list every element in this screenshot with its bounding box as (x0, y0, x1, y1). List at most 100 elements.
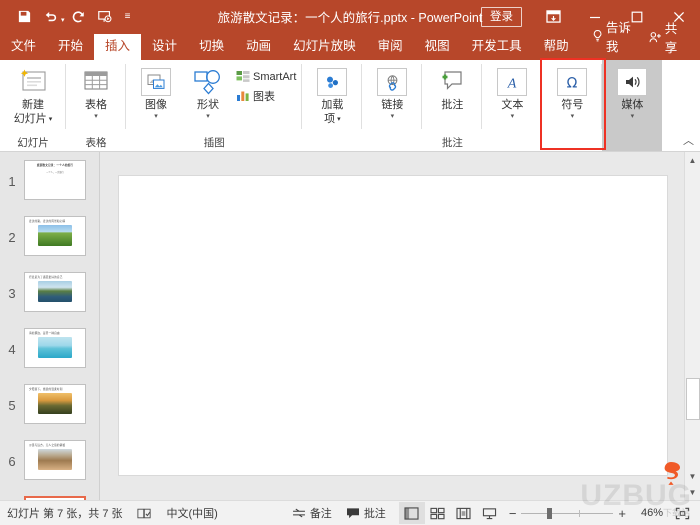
shapes-button[interactable]: 形状 ▾ (182, 63, 234, 121)
zoom-in-button[interactable]: + (618, 506, 626, 521)
text-button[interactable]: A 文本 ▾ (486, 63, 538, 121)
chevron-down-icon[interactable]: ▾ (571, 113, 575, 121)
save-icon[interactable] (12, 5, 36, 29)
zoom-percentage[interactable]: 46% (631, 507, 663, 519)
images-button[interactable]: 图像 ▾ (130, 63, 182, 121)
chart-button[interactable]: 图表 (234, 86, 298, 105)
sign-in-button[interactable]: 登录 (481, 6, 522, 27)
ribbon-group-slides: 新建 幻灯片 ▾ 幻灯片 (0, 60, 66, 151)
fit-to-window-button[interactable] (669, 502, 695, 524)
zoom-out-button[interactable]: − (509, 506, 517, 521)
scrollbar-thumb[interactable] (685, 378, 700, 420)
person-share-icon (649, 31, 661, 42)
slide-thumbnail-6[interactable]: 6 沙漠与远方，无人之境的静谧 (0, 440, 99, 488)
slide-indicator[interactable]: 幻灯片 第 7 张，共 7 张 (0, 501, 130, 525)
ribbon-group-label-comments: 批注 (441, 137, 463, 149)
undo-icon[interactable] (38, 5, 62, 29)
tab-home[interactable]: 开始 (47, 34, 94, 60)
language-indicator[interactable]: 中文(中国) (160, 501, 225, 525)
slide-thumbnail-2[interactable]: 2 走过的路，走过的风景和心情 (0, 216, 99, 264)
tab-design[interactable]: 设计 (141, 34, 188, 60)
slide-editing-area[interactable] (100, 152, 684, 500)
powerpoint-window: ▾ ≡ 旅游散文记录：一个人的旅行.pptx - PowerPoint 登录 文… (0, 0, 700, 525)
customize-qat-icon[interactable]: ≡ (119, 11, 137, 22)
slide-image (38, 448, 72, 470)
link-label: 链接 (381, 99, 404, 111)
new-comment-button[interactable]: 批注 (426, 63, 478, 112)
slide-preview[interactable]: 走过的路，走过的风景和心情 (24, 216, 86, 256)
collapse-ribbon-icon[interactable]: ︿ (683, 132, 694, 148)
slide-subtitle-text: 一个人，一次旅行 (46, 171, 64, 174)
slide-thumbnail-4[interactable]: 4 海的那边，是另一种自由 (0, 328, 99, 376)
slide-thumbnail-panel[interactable]: 1 旅游散文记录：一个人的旅行 一个人，一次旅行 2 走过的路，走过的风景和心情… (0, 152, 100, 500)
ribbon-group-addins: 加载 项 ▾ (302, 60, 363, 151)
share-button[interactable]: 共享 (649, 18, 700, 60)
table-icon (81, 66, 111, 98)
slide-preview[interactable]: 海的那边，是另一种自由 (24, 328, 86, 368)
tab-help[interactable]: 帮助 (533, 34, 580, 60)
tab-file[interactable]: 文件 (0, 34, 47, 60)
symbol-button[interactable]: Ω 符号 ▾ (546, 63, 598, 121)
slide-preview[interactable]: 夕阳落下，旅途的温柔时刻 (24, 384, 86, 424)
ribbon-display-options-icon[interactable] (532, 0, 574, 33)
tab-animations[interactable]: 动画 (235, 34, 282, 60)
view-normal-button[interactable] (398, 502, 425, 524)
main-area: 1 旅游散文记录：一个人的旅行 一个人，一次旅行 2 走过的路，走过的风景和心情… (0, 152, 700, 500)
slide-preview[interactable]: 沙漠与远方，无人之境的静谧 (24, 440, 86, 480)
chevron-down-icon[interactable]: ▾ (511, 113, 515, 121)
tab-slideshow[interactable]: 幻灯片放映 (282, 34, 367, 60)
current-slide-canvas[interactable] (118, 174, 668, 476)
view-slideshow-button[interactable] (477, 502, 503, 524)
chevron-down-icon[interactable]: ▾ (154, 113, 158, 121)
media-speaker-icon (617, 66, 648, 98)
chevron-down-icon[interactable]: ▾ (337, 113, 341, 126)
tab-insert[interactable]: 插入 (94, 34, 142, 60)
ribbon-group-label-addins (302, 135, 362, 151)
scroll-up-arrow-icon[interactable]: ▲ (685, 152, 700, 168)
new-slide-button[interactable]: 新建 幻灯片 ▾ (4, 63, 62, 126)
tab-transitions[interactable]: 切换 (188, 34, 235, 60)
ribbon-group-comments: 批注 批注 (422, 60, 483, 151)
media-button[interactable]: 媒体 ▾ (606, 63, 658, 121)
view-reading-button[interactable] (451, 502, 477, 524)
slide-preview[interactable]: 行走是为了遇见更好的自己 (24, 272, 86, 312)
tab-developer[interactable]: 开发工具 (461, 34, 533, 60)
slide-thumbnail-1[interactable]: 1 旅游散文记录：一个人的旅行 一个人，一次旅行 (0, 160, 99, 208)
share-label: 共享 (664, 22, 678, 55)
scrollbar-track[interactable]: ▼ ▼ (684, 168, 700, 500)
reading-view-icon (456, 507, 471, 519)
slide-thumbnail-5[interactable]: 5 夕阳落下，旅途的温柔时刻 (0, 384, 99, 432)
addins-button[interactable]: 加载 项 ▾ (306, 63, 358, 126)
slide-number: 5 (8, 398, 16, 413)
notes-icon (292, 508, 305, 517)
chevron-down-icon[interactable]: ▾ (206, 113, 210, 121)
undo-dropdown-caret[interactable]: ▾ (61, 16, 65, 24)
zoom-slider-handle[interactable] (547, 507, 553, 519)
text-label: 文本 (501, 99, 524, 111)
slide-thumbnail-3[interactable]: 3 行走是为了遇见更好的自己 (0, 272, 99, 320)
chevron-down-icon[interactable]: ▾ (49, 113, 53, 126)
tab-review[interactable]: 审阅 (367, 34, 414, 60)
slide-preview[interactable]: 旅游散文记录：一个人的旅行 一个人，一次旅行 (24, 160, 86, 200)
start-presentation-icon[interactable] (93, 5, 117, 29)
zoom-control[interactable]: − + 46% (503, 506, 669, 521)
comments-button[interactable]: 批注 (339, 501, 393, 525)
chevron-down-icon[interactable]: ▾ (631, 113, 635, 121)
tell-me-box[interactable]: 告诉我 (584, 13, 649, 60)
view-slide-sorter-button[interactable] (425, 502, 451, 524)
redo-icon[interactable] (67, 5, 91, 29)
next-slide-arrow-icon[interactable]: ▼ (685, 484, 700, 500)
chevron-down-icon[interactable]: ▾ (391, 113, 395, 121)
vertical-scrollbar[interactable]: ▲ ▼ ▼ (684, 152, 700, 500)
zoom-slider[interactable] (521, 507, 614, 519)
table-button[interactable]: 表格 ▾ (70, 63, 122, 121)
tab-view[interactable]: 视图 (414, 34, 461, 60)
link-button[interactable]: 链接 ▾ (366, 63, 418, 121)
chevron-down-icon[interactable]: ▾ (94, 113, 98, 121)
notes-button[interactable]: 备注 (285, 501, 339, 525)
smartart-button[interactable]: SmartArt (234, 67, 298, 86)
slide-image (38, 280, 72, 302)
scroll-down-arrow-icon[interactable]: ▼ (685, 468, 700, 484)
link-icon (377, 66, 408, 98)
spell-check-icon[interactable] (130, 501, 160, 525)
